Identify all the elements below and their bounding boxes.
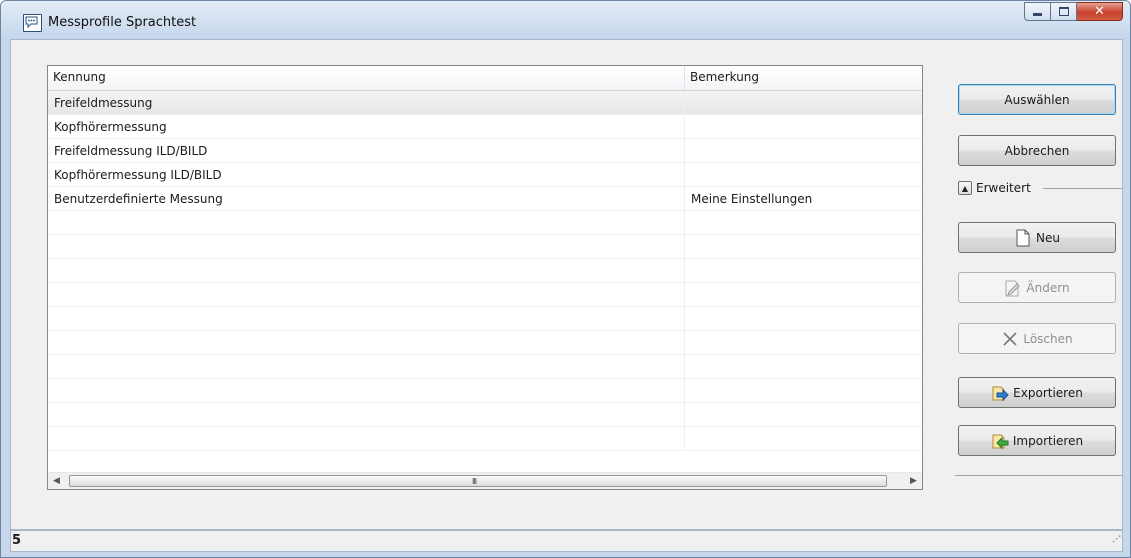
edit-document-icon xyxy=(1004,279,1022,297)
import-button-label: Importieren xyxy=(1012,433,1084,448)
expander-divider xyxy=(1043,188,1122,189)
cell-bemerkung xyxy=(685,115,922,139)
scrollbar-grip: III xyxy=(472,477,477,486)
table-row[interactable] xyxy=(48,259,922,283)
scroll-left-icon[interactable]: ◀ xyxy=(48,473,65,489)
delete-button[interactable]: Löschen xyxy=(958,323,1116,354)
new-button-label: Neu xyxy=(1036,230,1060,245)
cell-kennung: Freifeldmessung xyxy=(48,91,685,115)
table-row[interactable]: Benutzerdefinierte Messung Meine Einstell… xyxy=(48,187,922,211)
list-header: Kennung Bemerkung xyxy=(48,66,922,91)
cell-bemerkung xyxy=(685,355,922,379)
cell-bemerkung xyxy=(685,283,922,307)
table-row[interactable] xyxy=(48,427,922,451)
select-button-label: Auswählen xyxy=(1004,92,1070,107)
table-row[interactable]: Kopfhörermessung xyxy=(48,115,922,139)
list-rows: Freifeldmessung Kopfhörermessung Freifeldm… xyxy=(48,91,922,451)
cell-bemerkung xyxy=(685,379,922,403)
select-button[interactable]: Auswählen xyxy=(958,84,1116,115)
button-divider xyxy=(955,475,1122,476)
cell-kennung xyxy=(48,211,685,235)
cell-bemerkung xyxy=(685,427,922,451)
edit-button-label: Ändern xyxy=(1026,280,1070,295)
cell-kennung xyxy=(48,331,685,355)
horizontal-scrollbar[interactable]: ◀ III ▶ xyxy=(48,472,922,489)
chevron-up-icon[interactable]: ▲ xyxy=(958,181,972,195)
column-header-bemerkung[interactable]: Bemerkung xyxy=(685,66,922,90)
cell-kennung: Kopfhörermessung xyxy=(48,115,685,139)
new-button[interactable]: Neu xyxy=(958,222,1116,253)
table-row[interactable]: Kopfhörermessung ILD/BILD xyxy=(48,163,922,187)
export-button[interactable]: Exportieren xyxy=(958,377,1116,408)
export-icon xyxy=(991,384,1009,402)
speech-bubble-icon xyxy=(23,14,42,32)
advanced-expander-label: Erweitert xyxy=(976,181,1031,195)
maximize-icon xyxy=(1051,3,1076,20)
cell-bemerkung xyxy=(685,139,922,163)
cell-kennung xyxy=(48,235,685,259)
table-row[interactable] xyxy=(48,403,922,427)
cell-kennung xyxy=(48,403,685,427)
import-icon xyxy=(991,432,1009,450)
delete-button-label: Löschen xyxy=(1023,331,1073,346)
cell-kennung xyxy=(48,259,685,283)
table-row[interactable] xyxy=(48,355,922,379)
cell-kennung: Freifeldmessung ILD/BILD xyxy=(48,139,685,163)
table-row[interactable] xyxy=(48,379,922,403)
cancel-button[interactable]: Abbrechen xyxy=(958,135,1116,166)
advanced-expander[interactable]: ▲ Erweitert xyxy=(958,181,1031,195)
cell-bemerkung xyxy=(685,307,922,331)
cell-kennung xyxy=(48,427,685,451)
table-row[interactable] xyxy=(48,235,922,259)
cell-bemerkung xyxy=(685,259,922,283)
maximize-button[interactable] xyxy=(1051,2,1077,21)
export-button-label: Exportieren xyxy=(1013,385,1083,400)
cell-kennung xyxy=(48,307,685,331)
scrollbar-thumb[interactable]: III xyxy=(69,475,887,487)
close-button[interactable]: ✕ xyxy=(1077,2,1123,21)
cell-bemerkung xyxy=(685,331,922,355)
minimize-icon xyxy=(1025,3,1050,20)
window-title: Messprofile Sprachtest xyxy=(48,15,197,30)
status-bar: 5 ⋰ xyxy=(10,530,1123,552)
cell-bemerkung: Meine Einstellungen xyxy=(691,192,813,206)
cancel-button-label: Abbrechen xyxy=(1004,143,1070,158)
cell-kennung xyxy=(48,379,685,403)
table-row[interactable] xyxy=(48,211,922,235)
cell-bemerkung xyxy=(685,235,922,259)
cell-kennung xyxy=(48,355,685,379)
cell-bemerkung xyxy=(685,91,922,115)
resize-grip-icon[interactable]: ⋰ xyxy=(1112,530,1121,550)
scroll-right-icon[interactable]: ▶ xyxy=(905,473,922,489)
title-bar[interactable]: Messprofile Sprachtest ✕ xyxy=(1,1,1130,39)
cell-bemerkung xyxy=(685,163,922,187)
new-document-icon xyxy=(1014,229,1032,247)
column-header-kennung[interactable]: Kennung xyxy=(48,66,685,90)
cell-bemerkung xyxy=(685,211,922,235)
dialog-window: Messprofile Sprachtest ✕ Kennung Bemerku… xyxy=(0,0,1131,558)
table-row[interactable]: Freifeldmessung ILD/BILD xyxy=(48,139,922,163)
close-icon: ✕ xyxy=(1094,4,1105,19)
table-row[interactable]: Freifeldmessung xyxy=(48,91,922,115)
minimize-button[interactable] xyxy=(1024,2,1051,21)
cell-kennung: Benutzerdefinierte Messung xyxy=(48,187,685,211)
edit-button[interactable]: Ändern xyxy=(958,272,1116,303)
import-button[interactable]: Importieren xyxy=(958,425,1116,456)
profile-list[interactable]: Kennung Bemerkung Freifeldmessung Kopfhör… xyxy=(47,65,923,490)
table-row[interactable] xyxy=(48,283,922,307)
cell-kennung: Kopfhörermessung ILD/BILD xyxy=(48,163,685,187)
table-row[interactable] xyxy=(48,331,922,355)
table-row[interactable] xyxy=(48,307,922,331)
delete-x-icon xyxy=(1001,330,1019,348)
status-count: 5 xyxy=(12,533,22,548)
cell-bemerkung xyxy=(685,403,922,427)
cell-kennung xyxy=(48,283,685,307)
